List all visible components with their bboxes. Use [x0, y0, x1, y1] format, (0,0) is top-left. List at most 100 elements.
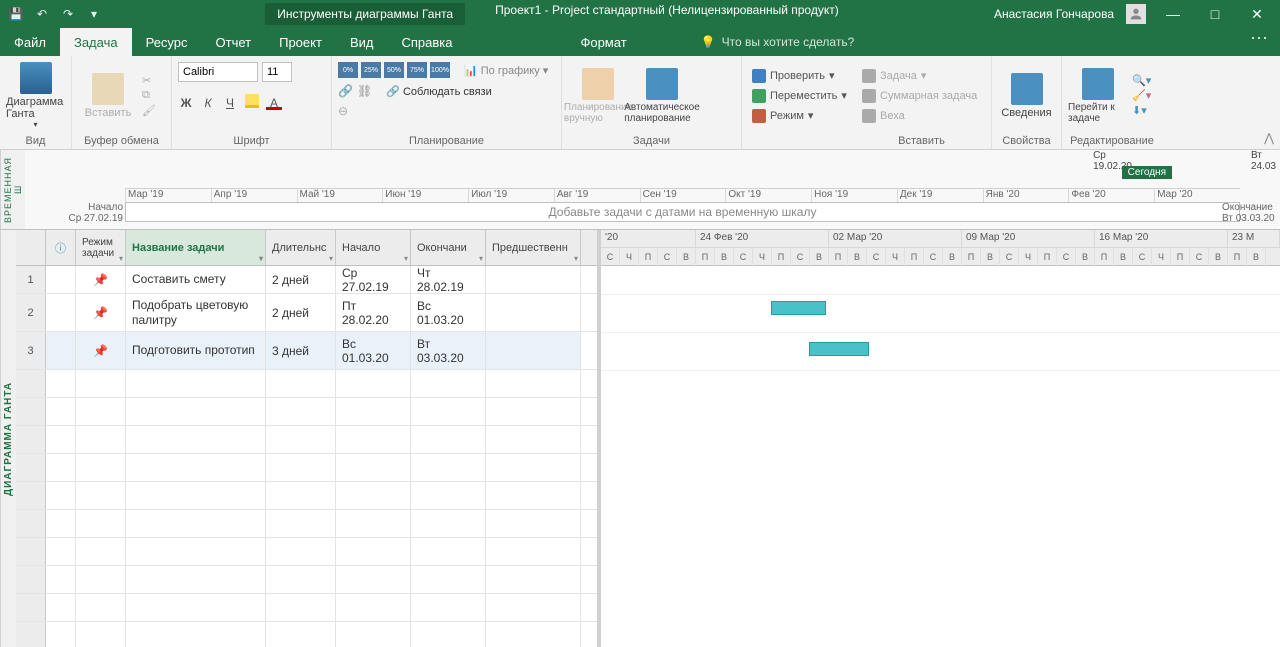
- font-name-select[interactable]: [178, 62, 258, 82]
- ribbon-tabs: Файл Задача Ресурс Отчет Проект Вид Спра…: [0, 28, 1280, 56]
- respect-links-button[interactable]: 🔗 Соблюдать связи: [386, 85, 492, 98]
- col-name[interactable]: Название задачи▾: [126, 230, 266, 265]
- gantt-day-header: С: [791, 248, 810, 266]
- underline-button[interactable]: Ч: [222, 96, 238, 110]
- gantt-day-header: С: [1057, 248, 1076, 266]
- table-row[interactable]: 3 📌 Подготовить прототип 3 дней Вс 01.03…: [16, 332, 597, 370]
- username[interactable]: Анастасия Гончарова: [994, 7, 1114, 21]
- percent-complete-buttons[interactable]: 0% 25% 50% 75% 100%: [338, 62, 450, 78]
- font-size-select[interactable]: [262, 62, 292, 82]
- cut-icon[interactable]: ✂: [142, 74, 156, 87]
- avatar-icon[interactable]: [1126, 4, 1146, 24]
- col-pred[interactable]: Предшественн▾: [486, 230, 581, 265]
- col-rownum[interactable]: [16, 230, 46, 265]
- pin-icon: 📌: [93, 273, 108, 287]
- tab-task[interactable]: Задача: [60, 28, 132, 56]
- table-header: ⓘ Режим задачи▾ Название задачи▾ Длитель…: [16, 230, 597, 266]
- gantt-chart[interactable]: '20 24 Фев '20 02 Мар '20 09 Мар '20 16 …: [601, 230, 1280, 647]
- titlebar: 💾 ↶ ↷ ▾ Инструменты диаграммы Ганта Прое…: [0, 0, 1280, 28]
- gantt-view-button[interactable]: Диаграмма Ганта ▾: [6, 62, 65, 130]
- tab-view[interactable]: Вид: [336, 28, 388, 56]
- gantt-day-header: В: [1209, 248, 1228, 266]
- gantt-header: '20 24 Фев '20 02 Мар '20 09 Мар '20 16 …: [601, 230, 1280, 266]
- maximize-button[interactable]: □: [1200, 6, 1230, 22]
- table-row-empty[interactable]: .: [16, 370, 597, 398]
- table-row-empty[interactable]: .: [16, 622, 597, 647]
- task-insert-button[interactable]: Задача ▾: [858, 68, 981, 84]
- gantt-bar[interactable]: [809, 342, 869, 356]
- inactivate-icon[interactable]: ⊖: [338, 104, 348, 118]
- col-mode[interactable]: Режим задачи▾: [76, 230, 126, 265]
- collapse-ribbon-icon[interactable]: ⋀: [1264, 131, 1274, 145]
- gantt-day-header: П: [1038, 248, 1057, 266]
- timeline-months: Мар '19Апр '19Май '19Июн '19Июл '19Авг '…: [125, 188, 1240, 203]
- find-icon[interactable]: 🔍▾: [1132, 74, 1151, 87]
- gantt-day-header: С: [924, 248, 943, 266]
- save-icon[interactable]: 💾: [8, 6, 24, 22]
- tab-file[interactable]: Файл: [0, 28, 60, 56]
- close-button[interactable]: ✕: [1242, 6, 1272, 23]
- italic-button[interactable]: К: [200, 96, 216, 110]
- undo-icon[interactable]: ↶: [34, 6, 50, 22]
- gantt-day-header: В: [1076, 248, 1095, 266]
- qat-dropdown-icon[interactable]: ▾: [86, 6, 102, 22]
- gantt-day-header: П: [905, 248, 924, 266]
- col-duration[interactable]: Длительнс▾: [266, 230, 336, 265]
- fill-color-button[interactable]: [244, 94, 260, 111]
- bold-button[interactable]: Ж: [178, 96, 194, 110]
- clear-icon[interactable]: 🧹▾: [1132, 89, 1151, 102]
- gantt-day-header: С: [734, 248, 753, 266]
- redo-icon[interactable]: ↷: [60, 6, 76, 22]
- summary-task-button[interactable]: Суммарная задача: [858, 88, 981, 104]
- pin-icon: 📌: [93, 344, 108, 358]
- table-row-empty[interactable]: .: [16, 566, 597, 594]
- manual-schedule-button[interactable]: Планирование вручную: [568, 62, 628, 130]
- table-row-empty[interactable]: .: [16, 510, 597, 538]
- goto-task-button[interactable]: Перейти к задаче: [1068, 62, 1128, 130]
- links-icon: 🔗: [386, 86, 400, 98]
- gantt-day-header: В: [943, 248, 962, 266]
- copy-icon[interactable]: ⧉: [142, 89, 156, 102]
- by-schedule-button[interactable]: 📊 По графику ▾: [464, 64, 548, 77]
- information-button[interactable]: Сведения: [998, 62, 1055, 130]
- auto-schedule-button[interactable]: Автоматическое планирование: [632, 62, 692, 130]
- timeline-bar[interactable]: Добавьте задачи с датами на временную шк…: [125, 202, 1240, 222]
- gantt-day-header: В: [1247, 248, 1266, 266]
- group-label-edit: Редактирование: [1068, 133, 1156, 149]
- col-end[interactable]: Окончани▾: [411, 230, 486, 265]
- tab-help[interactable]: Справка: [387, 28, 466, 56]
- tab-project[interactable]: Проект: [265, 28, 336, 56]
- ribbon-share-icon[interactable]: ⋯: [1238, 28, 1280, 56]
- move-button[interactable]: Переместить ▾: [748, 88, 851, 104]
- gantt-day-header: В: [677, 248, 696, 266]
- paste-button: Вставить: [78, 62, 138, 130]
- tab-report[interactable]: Отчет: [202, 28, 266, 56]
- tab-resource[interactable]: Ресурс: [132, 28, 202, 56]
- table-row[interactable]: 2 📌 Подобрать цветовую палитру 2 дней Пт…: [16, 294, 597, 332]
- minimize-button[interactable]: —: [1158, 6, 1188, 22]
- inspect-button[interactable]: Проверить ▾: [748, 68, 851, 84]
- gantt-bar[interactable]: [771, 301, 826, 315]
- table-row-empty[interactable]: .: [16, 594, 597, 622]
- col-start[interactable]: Начало▾: [336, 230, 411, 265]
- table-row-empty[interactable]: .: [16, 426, 597, 454]
- gantt-day-header: С: [1133, 248, 1152, 266]
- unlink-tasks-icon[interactable]: ⛓: [357, 84, 372, 98]
- document-title: Проект1 - Project стандартный (Нелицензи…: [495, 3, 839, 25]
- tab-format[interactable]: Формат: [566, 28, 640, 56]
- link-tasks-icon[interactable]: 🔗: [338, 84, 353, 98]
- tell-me-search[interactable]: 💡 Что вы хотите сделать?: [701, 28, 855, 56]
- table-row-empty[interactable]: .: [16, 482, 597, 510]
- format-painter-icon[interactable]: 🖌: [142, 104, 156, 117]
- table-row[interactable]: 1 📌 Составить смету 2 дней Ср 27.02.19 Ч…: [16, 266, 597, 294]
- table-row-empty[interactable]: .: [16, 454, 597, 482]
- gantt-day-header: Ч: [1019, 248, 1038, 266]
- font-color-button[interactable]: A: [266, 96, 282, 110]
- table-row-empty[interactable]: .: [16, 538, 597, 566]
- group-label-font: Шрифт: [178, 133, 325, 149]
- col-info[interactable]: ⓘ: [46, 230, 76, 265]
- table-row-empty[interactable]: .: [16, 398, 597, 426]
- mode-button[interactable]: Режим ▾: [748, 108, 851, 124]
- milestone-button[interactable]: Веха: [858, 108, 981, 124]
- fill-icon[interactable]: ⬇▾: [1132, 104, 1151, 117]
